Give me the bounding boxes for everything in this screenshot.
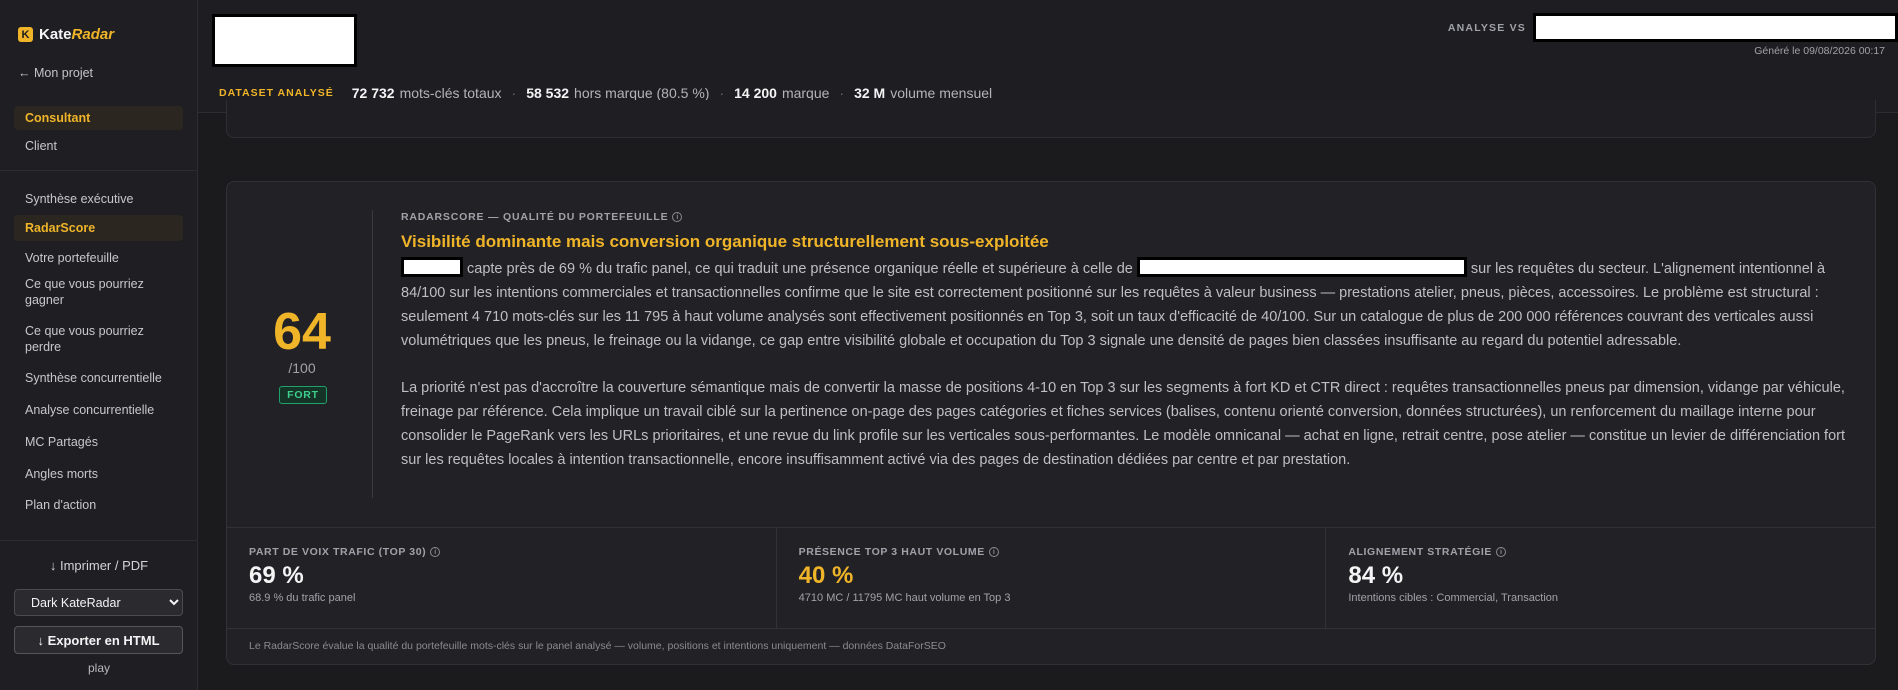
analyse-vs-label: ANALYSE VS	[1447, 22, 1526, 34]
metric-top3-presence: PRÉSENCE TOP 3 HAUT VOLUME i 40 % 4710 MC…	[777, 528, 1327, 628]
metrics-row: PART DE VOIX TRAFIC (TOP 30) i 69 % 68.9 …	[227, 527, 1875, 628]
nav-votre-portefeuille[interactable]: Votre portefeuille	[14, 250, 183, 266]
play-label: play	[87, 661, 110, 675]
info-icon[interactable]: i	[988, 547, 999, 557]
metric-label: PART DE VOIX TRAFIC (TOP 30) i	[249, 546, 776, 558]
nav-synthese-executive[interactable]: Synthèse exécutive	[14, 191, 183, 207]
card-footnote: Le RadarScore évalue la qualité du porte…	[227, 628, 1875, 664]
dataset-summary: DATASET ANALYSÉ 72 732 mots-clés totaux ·…	[219, 85, 992, 101]
info-icon[interactable]: i	[1495, 547, 1506, 557]
stat-nonbrand-label: hors marque (80.5 %)	[574, 85, 710, 101]
redacted-project-logo	[212, 14, 357, 67]
metric-label: PRÉSENCE TOP 3 HAUT VOLUME i	[799, 546, 1326, 558]
nav-synthese-concurrentielle[interactable]: Synthèse concurrentielle	[14, 370, 183, 386]
info-icon[interactable]: i	[430, 547, 441, 557]
redacted-competitor-name	[1136, 257, 1467, 277]
stat-brand-value: 14 200	[734, 85, 777, 101]
redacted-competitor-field	[1533, 13, 1898, 42]
separator-dot: ·	[839, 85, 845, 101]
previous-card-bottom	[226, 100, 1876, 138]
radarscore-value: 64	[273, 303, 331, 361]
radarscore-card: 64 /100 FORT RADARSCORE — QUALITÉ DU POR…	[226, 181, 1876, 665]
metric-value: 40 %	[798, 562, 854, 589]
analysis-content: RADARSCORE — QUALITÉ DU PORTEFEUILLE i V…	[401, 211, 1856, 472]
metric-strategy-alignment: ALIGNEMENT STRATÉGIE i 84 % Intentions ci…	[1326, 528, 1875, 628]
separator-dot: ·	[511, 85, 517, 101]
metric-subtext: Intentions cibles : Commercial, Transact…	[1348, 592, 1559, 604]
nav-pourriez-gagner[interactable]: Ce que vous pourriez gagner	[14, 276, 183, 308]
logo-icon: K	[18, 27, 33, 42]
stat-total-value: 72 732	[351, 85, 395, 101]
top-bar: ANALYSE VS Généré le 09/08/2026 00:17 DA…	[198, 0, 1898, 113]
metric-label: ALIGNEMENT STRATÉGIE i	[1348, 546, 1875, 558]
nav-radarscore[interactable]: RadarScore	[14, 215, 183, 241]
stat-volume-value: 32 M	[854, 85, 886, 101]
dataset-label: DATASET ANALYSÉ	[219, 87, 334, 99]
metric-subtext: 68.9 % du trafic panel	[249, 592, 356, 604]
section-kicker: RADARSCORE — QUALITÉ DU PORTEFEUILLE i	[401, 211, 1856, 223]
nav-analyse-concurrentielle[interactable]: Analyse concurrentielle	[14, 402, 183, 418]
metric-voice-share: PART DE VOIX TRAFIC (TOP 30) i 69 % 68.9 …	[227, 528, 777, 628]
print-pdf-link[interactable]: ↓ Imprimer / PDF	[0, 558, 198, 573]
mode-switch: Consultant Client	[14, 106, 183, 154]
metric-subtext: 4710 MC / 11795 MC haut volume en Top 3	[798, 592, 1011, 604]
info-icon[interactable]: i	[672, 212, 683, 222]
analysis-paragraph-2: La priorité n'est pas d'accroître la cou…	[401, 380, 1846, 468]
theme-select[interactable]: Dark KateRadar	[14, 589, 183, 616]
sidebar-divider	[0, 170, 197, 171]
redacted-site-name	[401, 257, 463, 277]
export-html-button[interactable]: ↓ Exporter en HTML	[14, 626, 183, 654]
score-column: 64 /100 FORT	[227, 182, 373, 527]
brand-logo[interactable]: K KateRadar	[18, 26, 114, 43]
brand-name: KateRadar	[39, 26, 115, 43]
sidebar: K KateRadar ← Mon projet Consultant Clie…	[0, 0, 198, 690]
analysis-headline: Visibilité dominante mais conversion org…	[401, 232, 1049, 251]
generated-timestamp: Généré le 09/08/2026 00:17	[1754, 45, 1885, 57]
separator-dot: ·	[719, 85, 725, 101]
back-to-project-link[interactable]: ← Mon projet	[18, 66, 93, 80]
sidebar-divider	[0, 540, 197, 541]
metric-value: 84 %	[1348, 562, 1404, 589]
stat-brand-label: marque	[781, 85, 830, 101]
mode-client[interactable]: Client	[14, 138, 183, 154]
radarscore-max: /100	[288, 360, 316, 376]
nav-angles-morts[interactable]: Angles morts	[14, 466, 183, 482]
mode-consultant[interactable]: Consultant	[14, 106, 183, 130]
score-divider	[372, 210, 373, 498]
metric-value: 69 %	[249, 562, 304, 589]
score-status-badge: FORT	[279, 386, 327, 404]
stat-volume-label: volume mensuel	[890, 85, 993, 101]
nav-plan-action[interactable]: Plan d'action	[14, 497, 183, 513]
nav-mc-partages[interactable]: MC Partagés	[14, 434, 183, 450]
stat-total-label: mots-clés totaux	[399, 85, 502, 101]
stat-nonbrand-value: 58 532	[526, 85, 570, 101]
analysis-paragraph-1: capte près de 69 % du trafic panel, ce q…	[401, 257, 1856, 353]
section-nav: Synthèse exécutive RadarScore Votre port…	[14, 191, 183, 513]
nav-pourriez-perdre[interactable]: Ce que vous pourriez perdre	[14, 323, 183, 355]
